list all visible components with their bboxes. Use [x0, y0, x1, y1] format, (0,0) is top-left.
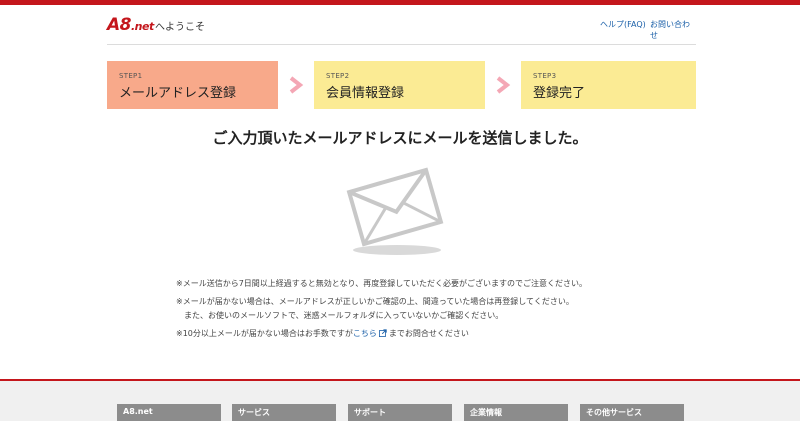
step-2-number: STEP2: [326, 72, 350, 80]
site-header: A8.net へようこそ ヘルプ(FAQ) お問い合わせ: [107, 5, 696, 45]
contact-here-link[interactable]: こちら: [353, 329, 377, 338]
a8-logo[interactable]: A8.net: [107, 15, 154, 35]
notes-section: ※メール送信から7日間以上経過すると無効となり、再度登録していただく必要がござい…: [176, 277, 696, 345]
contact-link[interactable]: お問い合わせ: [650, 19, 696, 41]
note-contact: ※10分以上メールが届かない場合はお手数ですがこちら までお問合せください: [176, 327, 696, 341]
step-3: STEP3 登録完了: [521, 61, 696, 109]
footer-company[interactable]: 企業情報: [464, 404, 568, 421]
footer-other-services[interactable]: その他サービス: [580, 404, 684, 421]
external-link-icon: [378, 329, 387, 337]
footer-services[interactable]: サービス: [232, 404, 336, 421]
note-not-received-line1: ※メールが届かない場合は、メールアドレスが正しいかご確認の上、間違っていた場合は…: [176, 297, 574, 306]
site-footer: A8.net サービス サポート 企業情報 その他サービス: [0, 379, 800, 421]
note-not-received: ※メールが届かない場合は、メールアドレスが正しいかご確認の上、間違っていた場合は…: [176, 295, 696, 323]
envelope-icon: [346, 167, 444, 255]
note-not-received-line2: また、お使いのメールソフトで、迷惑メールフォルダに入っていないかご確認ください。: [184, 311, 504, 320]
welcome-text: へようこそ: [155, 22, 205, 33]
step-3-number: STEP3: [533, 72, 557, 80]
registration-steps: STEP1 メールアドレス登録 STEP2 会員情報登録 STEP3 登録完了: [107, 61, 696, 109]
note-contact-text: ※10分以上メールが届かない場合はお手数ですが: [176, 329, 353, 338]
help-faq-link[interactable]: ヘルプ(FAQ): [600, 19, 646, 30]
chevron-right-icon: [496, 76, 511, 94]
note-contact-suffix: までお問合せください: [388, 329, 469, 338]
logo-text: A8: [107, 15, 132, 35]
logo-suffix: .net: [131, 20, 154, 33]
note-expiry: ※メール送信から7日間以上経過すると無効となり、再度登録していただく必要がござい…: [176, 279, 587, 288]
step-1: STEP1 メールアドレス登録: [107, 61, 278, 109]
step-1-number: STEP1: [119, 72, 143, 80]
chevron-right-icon: [289, 76, 304, 94]
footer-support[interactable]: サポート: [348, 404, 452, 421]
page-title: ご入力頂いたメールアドレスにメールを送信しました。: [212, 129, 588, 147]
step-2: STEP2 会員情報登録: [314, 61, 485, 109]
step-3-title: 登録完了: [533, 86, 586, 101]
step-2-title: 会員情報登録: [326, 86, 405, 101]
footer-a8net[interactable]: A8.net: [117, 404, 221, 421]
step-1-title: メールアドレス登録: [119, 86, 237, 101]
